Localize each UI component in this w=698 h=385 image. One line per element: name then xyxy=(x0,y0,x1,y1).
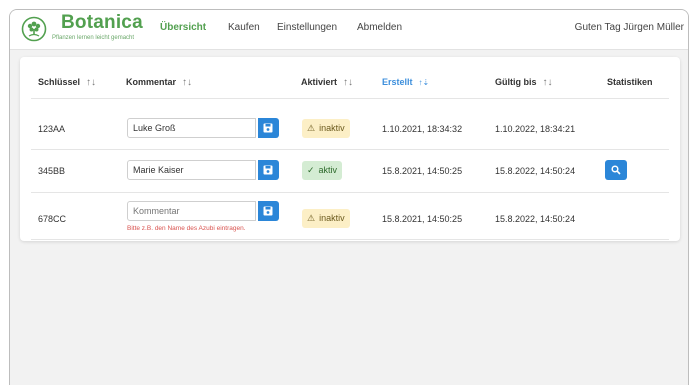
row-divider xyxy=(31,239,669,240)
row-divider xyxy=(31,192,669,193)
header-created[interactable]: Erstellt ↑⇣ xyxy=(382,77,429,87)
brand-name[interactable]: Botanica xyxy=(61,12,143,34)
row1-valid-until: 1.10.2022, 18:34:21 xyxy=(495,124,576,134)
row2-key: 345BB xyxy=(38,166,66,176)
sort-active-icon[interactable]: ↑⇣ xyxy=(419,78,430,87)
row3-key: 678CC xyxy=(38,214,67,224)
tree-logo-icon xyxy=(21,16,47,42)
row2-statistics-button[interactable] xyxy=(605,160,627,180)
row3-save-button[interactable] xyxy=(258,201,279,221)
brand-tagline: Pflanzen lernen leicht gemacht xyxy=(52,35,135,41)
warning-icon: ⚠ xyxy=(307,123,316,133)
warning-icon: ⚠ xyxy=(307,213,316,223)
row-divider xyxy=(31,149,669,150)
header-comment[interactable]: Kommentar ↑↓ xyxy=(126,77,192,88)
floppy-disk-icon xyxy=(263,165,273,175)
nav-uebersicht[interactable]: Übersicht xyxy=(160,22,206,33)
row3-comment-hint: Bitte z.B. den Name des Azubi eintragen. xyxy=(127,225,246,232)
nav-einstellungen[interactable]: Einstellungen xyxy=(277,22,337,33)
header-activated[interactable]: Aktiviert ↑↓ xyxy=(301,77,353,88)
row1-comment-input[interactable] xyxy=(127,118,256,138)
row1-created: 1.10.2021, 18:34:32 xyxy=(382,124,463,134)
check-icon: ✓ xyxy=(307,165,315,175)
keys-table-card: Schlüssel ↑↓ Kommentar ↑↓ Aktiviert ↑↓ Erst… xyxy=(20,57,680,241)
row2-save-button[interactable] xyxy=(258,160,279,180)
row2-comment-input[interactable] xyxy=(127,160,256,180)
row2-created: 15.8.2021, 14:50:25 xyxy=(382,166,463,176)
row3-status-badge: ⚠ inaktiv xyxy=(302,209,350,228)
row1-key: 123AA xyxy=(38,124,66,134)
row2-status-badge: ✓ aktiv xyxy=(302,161,343,180)
floppy-disk-icon xyxy=(263,123,273,133)
row3-valid-until: 15.8.2022, 14:50:24 xyxy=(495,214,576,224)
header-divider xyxy=(31,98,669,99)
app-window: Botanica Pflanzen lernen leicht gemacht … xyxy=(9,9,689,385)
nav-kaufen[interactable]: Kaufen xyxy=(228,22,260,33)
row3-comment-input[interactable] xyxy=(127,201,256,221)
floppy-disk-icon xyxy=(263,206,273,216)
header-key[interactable]: Schlüssel ↑↓ xyxy=(38,77,96,88)
sort-icon[interactable]: ↑↓ xyxy=(343,77,353,88)
search-icon xyxy=(611,165,621,175)
sort-icon[interactable]: ↑↓ xyxy=(543,77,553,88)
top-navbar: Botanica Pflanzen lernen leicht gemacht … xyxy=(10,10,688,50)
row1-save-button[interactable] xyxy=(258,118,279,138)
header-stats: Statistiken xyxy=(607,77,653,87)
header-valid-until[interactable]: Gültig bis ↑↓ xyxy=(495,77,553,88)
row3-created: 15.8.2021, 14:50:25 xyxy=(382,214,463,224)
row1-status-badge: ⚠ inaktiv xyxy=(302,119,350,138)
sort-icon[interactable]: ↑↓ xyxy=(182,77,192,88)
user-greeting: Guten Tag Jürgen Müller xyxy=(574,22,684,33)
sort-icon[interactable]: ↑↓ xyxy=(86,77,96,88)
row2-valid-until: 15.8.2022, 14:50:24 xyxy=(495,166,576,176)
nav-abmelden[interactable]: Abmelden xyxy=(357,22,402,33)
